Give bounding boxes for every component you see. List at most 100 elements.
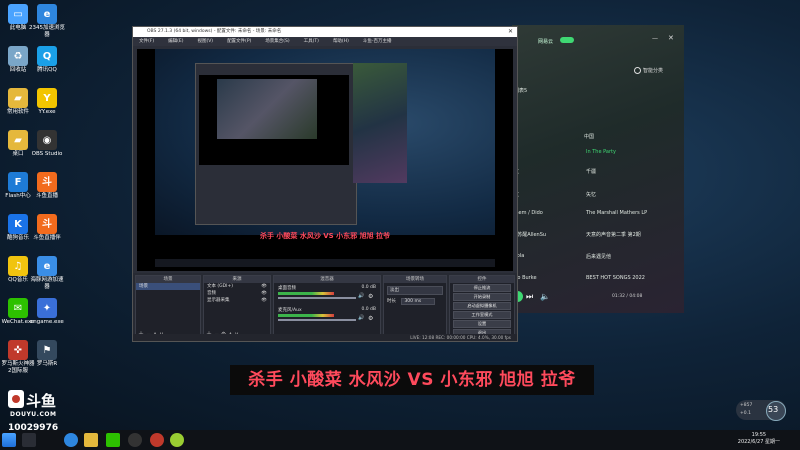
taskbar-clock[interactable]: 19:55 2022/6/27 星期一	[738, 432, 780, 446]
obs-menu-item[interactable]: 帮助(H)	[333, 37, 349, 46]
desktop-shortcut[interactable]: ⚑ 罗马斯R	[29, 340, 65, 368]
scene-item[interactable]: 场景	[136, 283, 200, 290]
desktop-shortcut[interactable]: e 海豚网游加速器	[29, 256, 65, 291]
music-play-controls: ⏭ 🔈 01:32 / 04:08	[512, 291, 684, 305]
desktop-shortcut-label: 腾讯QQ	[37, 67, 57, 73]
dolphin-accelerator-icon: e	[37, 256, 57, 276]
volume-slider[interactable]	[278, 319, 356, 321]
volume-meter	[278, 292, 334, 295]
transitions-dock-title: 场景转场	[384, 276, 446, 283]
game-r-icon: ⚑	[37, 340, 57, 360]
obs-control-button[interactable]: 启动虚拟摄像机	[453, 302, 511, 310]
music-track-title[interactable]: 天意的声音第二季 第2期	[586, 231, 641, 238]
preview-taskbar	[155, 259, 495, 267]
desktop-shortcut[interactable]: e 2345加速浏览器	[29, 4, 65, 39]
minimize-icon[interactable]: —	[652, 35, 658, 42]
eye-icon[interactable]: 👁	[261, 297, 267, 304]
kugou-music-icon: K	[8, 214, 28, 234]
duration-row: 时长 300 ms	[387, 298, 443, 305]
net-down: +0.1	[740, 411, 751, 416]
preview-caption: 杀手 小酸菜 水风沙 VS 小东邪 旭旭 拉爷	[259, 232, 391, 240]
obs-menu-item[interactable]: 文件(F)	[139, 37, 154, 46]
obs-menu-item[interactable]: 工具(T)	[304, 37, 319, 46]
music-player-window[interactable]: 网易云 — ✕ 智能分类 列表5 中国 In The Party 千疆 矢忆 The Ma…	[512, 25, 684, 313]
obs-menubar: 文件(F) 编辑(E) 视图(V) 配置文件(P) 场景集合(S) 工具(T) 帮助(H) 斗…	[133, 37, 517, 46]
eye-icon[interactable]: 👁	[261, 283, 267, 290]
obs-menu-item[interactable]: 斗鱼-百万主播	[363, 37, 392, 46]
music-track-title[interactable]: In The Party	[586, 149, 616, 155]
desktop-shortcut[interactable]: Y YY.exe	[29, 88, 65, 116]
desktop-shortcut[interactable]: 斗斗鱼直播伴	[29, 214, 65, 242]
obs-close-icon[interactable]: ✕	[508, 27, 513, 37]
taskbar-game-icon[interactable]	[170, 433, 184, 447]
common-software-icon: ▰	[8, 88, 28, 108]
mixer-track-name: 桌面音频	[278, 286, 296, 291]
volume-icon[interactable]: 🔈	[540, 292, 550, 301]
desktop-folder-icon: ▰	[8, 130, 28, 150]
desktop-shortcut[interactable]: ✦ cngame.exe	[29, 298, 65, 326]
obs-control-button[interactable]: 开始录制	[453, 293, 511, 301]
mixer-track-db: 0.0 dB	[361, 285, 376, 290]
music-artist: inem / Dido	[514, 210, 543, 216]
clock-time: 19:55	[751, 432, 767, 438]
desktop-shortcut-label: 2345加速浏览器	[29, 25, 65, 38]
smart-sort-button[interactable]: 智能分类	[634, 67, 663, 74]
scene-list: 场景	[136, 283, 200, 290]
music-track-title[interactable]: 中国	[584, 133, 594, 140]
desktop-shortcut-label: YY.exe	[38, 109, 56, 115]
desktop-background: ▭ 此电脑 e 2345加速浏览器 ♻ 回收站 Q 腾讯QQ ▰ 常用软件 Y YY.exe ▰ 桌口 ◉ O…	[0, 0, 800, 433]
fps-value: 53	[768, 405, 779, 414]
speaker-icon[interactable]: 🔊	[358, 315, 364, 321]
next-track-icon[interactable]: ⏭	[526, 292, 533, 302]
start-button-icon[interactable]	[2, 433, 16, 447]
obs-studio-icon: ◉	[37, 130, 57, 150]
duration-input[interactable]: 300 ms	[401, 298, 436, 305]
desktop-shortcut[interactable]: Q 腾讯QQ	[29, 46, 65, 74]
gear-icon[interactable]: ⚙	[368, 293, 373, 300]
obs-menu-item[interactable]: 视图(V)	[197, 37, 213, 46]
obs-menu-item[interactable]: 编辑(E)	[168, 37, 183, 46]
douyu-live-icon: 斗	[37, 172, 57, 192]
source-item[interactable]: 文本 (GDI+) 👁	[204, 283, 270, 290]
taskbar-edge-icon[interactable]	[64, 433, 78, 447]
music-track-title[interactable]: 矢忆	[586, 191, 596, 198]
source-item[interactable]: 显示器采集 👁	[204, 297, 270, 304]
close-icon[interactable]: ✕	[668, 34, 674, 42]
source-list: 文本 (GDI+) 👁 音频 👁 显示器采集 👁	[204, 283, 270, 304]
desktop-shortcut-label: 斗鱼直播伴	[33, 235, 61, 241]
taskbar-app-icon[interactable]	[84, 433, 98, 447]
music-search-hint[interactable]: 网易云	[538, 38, 553, 45]
gear-icon[interactable]: ⚙	[368, 315, 373, 322]
transitions-dock: 场景转场 淡出 时长 300 ms	[383, 275, 447, 341]
desktop-shortcut[interactable]: 斗斗鱼直播	[29, 172, 65, 200]
mixer-tracks: 桌面音频 0.0 dB 🔊 ⚙ 麦克风/Aux 0.0 dB 🔊 ⚙	[274, 283, 380, 339]
music-track-title[interactable]: 后来遇见他	[586, 253, 611, 260]
tencent-qq-icon: Q	[37, 46, 57, 66]
obs-window[interactable]: OBS 27.1.3 (64 bit, windows) - 配置文件: 未命名…	[132, 26, 518, 342]
speaker-icon[interactable]: 🔊	[358, 293, 364, 299]
taskbar-music-icon[interactable]	[150, 433, 164, 447]
music-track-title[interactable]: 千疆	[586, 168, 596, 175]
douyu-logo-sub: DOUYU.COM	[10, 411, 57, 418]
taskbar-search-icon[interactable]	[22, 433, 36, 447]
taskbar-obs-icon[interactable]	[128, 433, 142, 447]
obs-preview-canvas[interactable]: 杀手 小酸菜 水风沙 VS 小东邪 旭旭 拉爷	[137, 49, 513, 271]
flash-center-icon: F	[8, 172, 28, 192]
obs-menu-item[interactable]: 配置文件(P)	[227, 37, 251, 46]
obs-control-button[interactable]: 工作室模式	[453, 311, 511, 319]
music-track-title[interactable]: BEST HOT SONGS 2022	[586, 275, 645, 281]
eye-icon[interactable]: 👁	[261, 290, 267, 297]
music-player-header: 网易云 — ✕	[512, 25, 684, 55]
desktop-shortcut-label: 斗鱼直播	[35, 193, 58, 199]
volume-slider[interactable]	[278, 297, 356, 299]
source-item-label: 音频	[207, 291, 216, 296]
obs-control-button[interactable]: 设置	[453, 320, 511, 328]
obs-control-button[interactable]: 停止推流	[453, 284, 511, 292]
music-track-title[interactable]: The Marshall Mathers LP	[586, 210, 647, 216]
transition-select[interactable]: 淡出	[387, 286, 443, 295]
taskbar-wechat-icon[interactable]	[106, 433, 120, 447]
obs-menu-item[interactable]: 场景集合(S)	[265, 37, 289, 46]
desktop-shortcut[interactable]: ◉ OBS Studio	[29, 130, 65, 158]
source-item[interactable]: 音频 👁	[204, 290, 270, 297]
clock-date: 2022/6/27 星期一	[737, 439, 780, 445]
